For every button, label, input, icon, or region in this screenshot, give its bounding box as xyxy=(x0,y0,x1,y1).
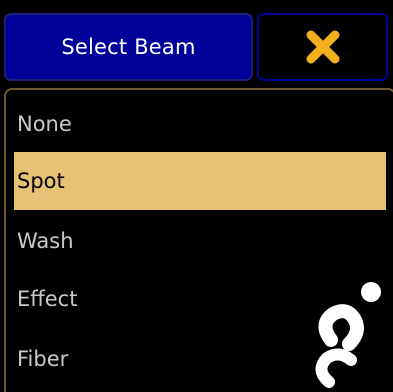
list-item-label: Wash xyxy=(17,229,74,253)
list-item-spot[interactable]: Spot xyxy=(14,152,386,210)
close-button[interactable] xyxy=(257,13,388,81)
list-item-label: Effect xyxy=(17,287,78,311)
list-item-label: None xyxy=(17,112,72,136)
select-beam-title-button[interactable]: Select Beam xyxy=(4,13,253,81)
list-item-wash[interactable]: Wash xyxy=(14,212,386,270)
list-item-effect[interactable]: Effect xyxy=(14,270,386,328)
list-item-label: Spot xyxy=(17,169,65,193)
list-item-fiber[interactable]: Fiber xyxy=(14,330,386,388)
close-x-icon xyxy=(306,30,339,64)
list-item-none[interactable]: None xyxy=(14,95,386,153)
list-item-label: Fiber xyxy=(17,347,69,371)
dialog-title: Select Beam xyxy=(61,35,196,59)
select-beam-dialog: Select Beam None Spot Wash Effect Fiber xyxy=(0,0,393,392)
